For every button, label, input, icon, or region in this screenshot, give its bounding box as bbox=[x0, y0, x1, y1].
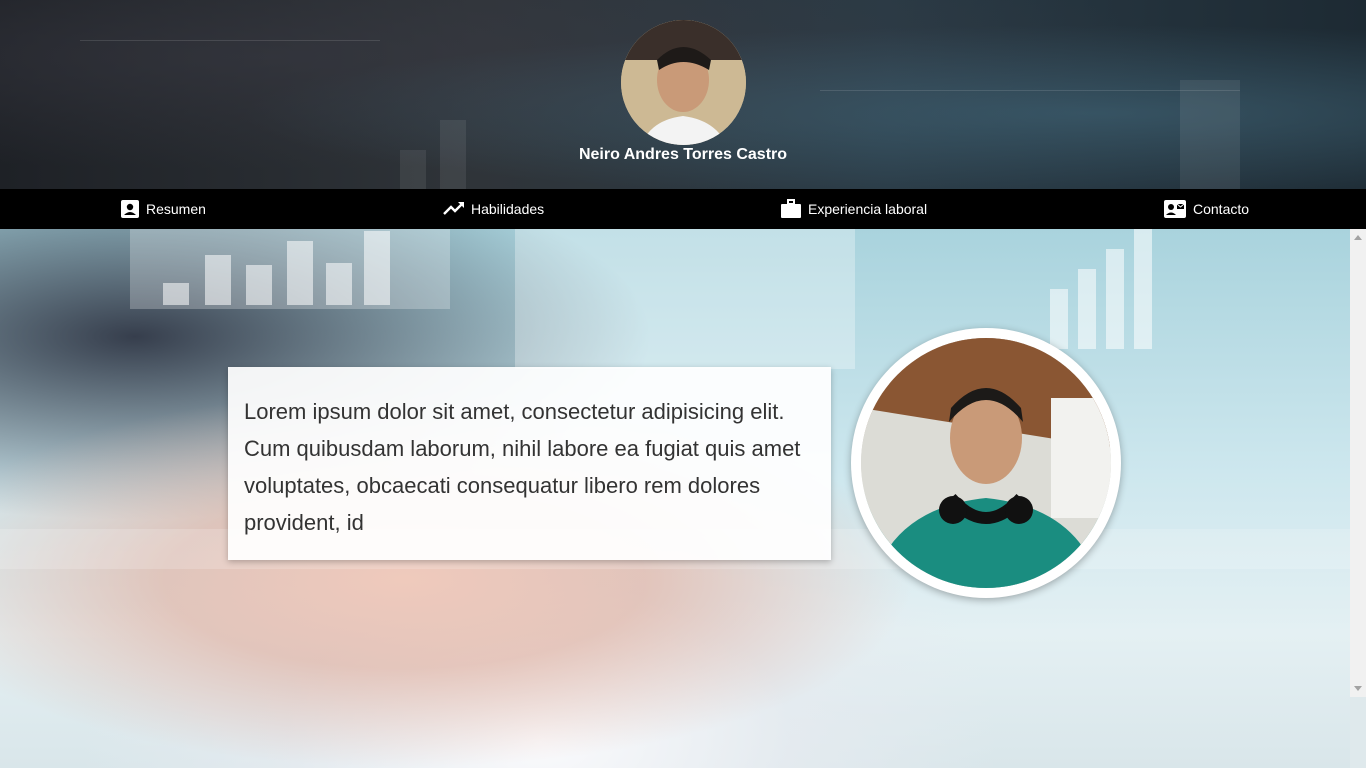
profile-name: Neiro Andres Torres Castro bbox=[578, 146, 788, 163]
profile-photo bbox=[621, 20, 746, 145]
decorative-bar bbox=[1134, 229, 1152, 349]
decorative-bar bbox=[1050, 289, 1068, 349]
nav-item-label: Experiencia laboral bbox=[808, 201, 928, 217]
profile-photo-frame bbox=[851, 328, 1121, 598]
decorative-panel bbox=[515, 229, 855, 369]
background-strip bbox=[1350, 697, 1366, 768]
decorative-line bbox=[820, 90, 1240, 91]
contact-mail-icon bbox=[1164, 200, 1186, 218]
decorative-bar bbox=[1106, 249, 1124, 349]
nav-item-label: Resumen bbox=[146, 201, 206, 217]
profile-photo-large bbox=[861, 338, 1111, 588]
nav-item-label: Contacto bbox=[1193, 201, 1250, 217]
nav-item-contacto[interactable]: Contacto bbox=[1163, 189, 1249, 229]
decorative-bar bbox=[326, 263, 352, 305]
profile-header: Neiro Andres Torres Castro bbox=[0, 0, 1366, 189]
scrollbar[interactable] bbox=[1350, 229, 1366, 697]
summary-text: Lorem ipsum dolor sit amet, consectetur … bbox=[244, 399, 801, 535]
briefcase-icon bbox=[781, 199, 801, 218]
decorative-bar bbox=[1078, 269, 1096, 349]
decorative-bar bbox=[364, 231, 390, 305]
decorative-bar bbox=[287, 241, 313, 305]
portrait-image bbox=[861, 338, 1111, 588]
decorative-line bbox=[80, 40, 380, 41]
avatar bbox=[621, 20, 746, 145]
decorative-bar bbox=[163, 283, 189, 305]
scroll-up-icon[interactable] bbox=[1354, 235, 1362, 240]
nav-item-habilidades[interactable]: Habilidades bbox=[443, 189, 544, 229]
decorative-bar bbox=[1180, 80, 1240, 189]
scroll-down-icon[interactable] bbox=[1354, 686, 1362, 691]
contact-card-icon bbox=[121, 200, 139, 218]
nav-item-label: Habilidades bbox=[471, 201, 545, 217]
trending-up-icon bbox=[443, 202, 464, 215]
decorative-bar bbox=[205, 255, 231, 305]
decorative-bar bbox=[246, 265, 272, 305]
main-nav: Resumen Habilidades Experiencia laboral … bbox=[0, 189, 1366, 229]
nav-item-experiencia[interactable]: Experiencia laboral bbox=[780, 189, 927, 229]
summary-box: Lorem ipsum dolor sit amet, consectetur … bbox=[228, 367, 831, 560]
nav-item-resumen[interactable]: Resumen bbox=[120, 189, 206, 229]
